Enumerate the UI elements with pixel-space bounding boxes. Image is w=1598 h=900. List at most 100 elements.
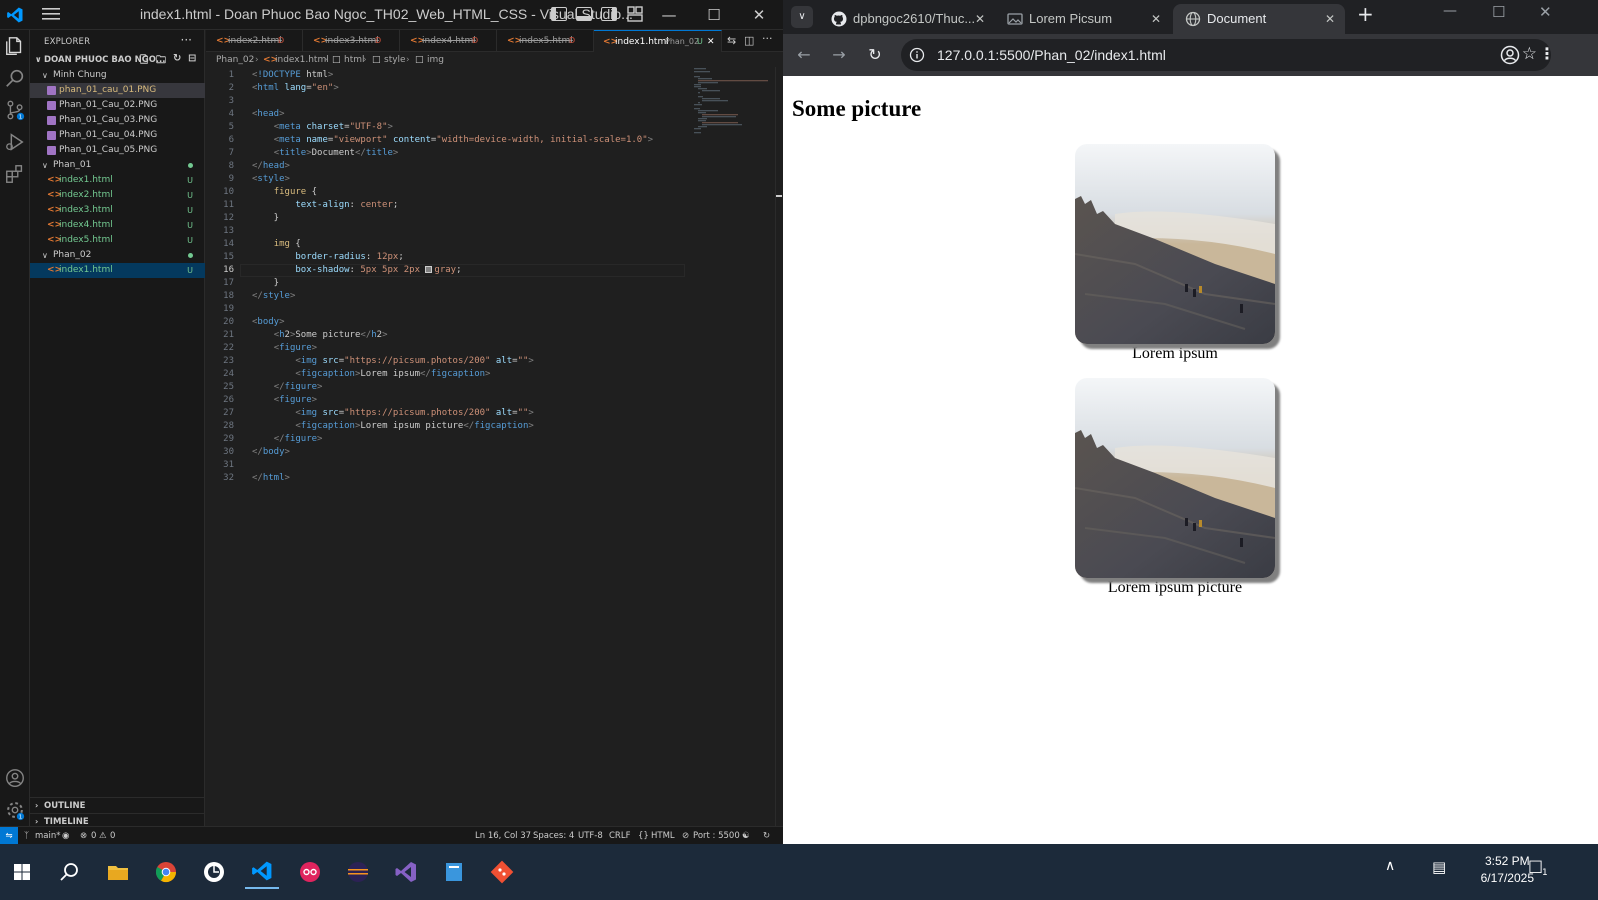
profile-icon[interactable]: [1500, 45, 1520, 65]
source-control-icon[interactable]: 1: [4, 99, 26, 121]
code-line[interactable]: </body>: [252, 446, 290, 459]
sync-eye-icon[interactable]: ◉: [62, 827, 69, 845]
toggle-primary-sidebar-icon[interactable]: [551, 7, 567, 21]
file-row[interactable]: <> index3.html U: [30, 203, 205, 218]
file-explorer-icon[interactable]: [101, 855, 135, 889]
folder-phan-01[interactable]: ∨ Phan_01: [30, 158, 205, 173]
code-line[interactable]: <figcaption>Lorem ipsum</figcaption>: [252, 368, 490, 381]
file-row[interactable]: <> index2.html U: [30, 188, 205, 203]
code-line[interactable]: <title>Document</title>: [252, 147, 399, 160]
vscode-taskbar-icon[interactable]: [245, 855, 279, 889]
file-encoding[interactable]: UTF-8: [578, 827, 603, 845]
site-info-icon[interactable]: [909, 47, 925, 63]
customize-layout-icon[interactable]: [627, 6, 643, 22]
new-tab-icon[interactable]: +: [1357, 2, 1374, 26]
chrome-icon[interactable]: [149, 855, 183, 889]
chrome-menu-icon[interactable]: ⋮: [1539, 44, 1555, 63]
maximize-button[interactable]: ☐: [1492, 3, 1505, 21]
file-row[interactable]: phan_01_cau_01.PNG: [30, 83, 205, 98]
visual-studio-icon[interactable]: [389, 855, 423, 889]
file-row[interactable]: <> index4.html U: [30, 218, 205, 233]
back-arrow-icon[interactable]: ←: [793, 44, 815, 66]
windows-start-icon[interactable]: [5, 855, 39, 889]
app-icon[interactable]: [197, 855, 231, 889]
code-line[interactable]: <figcaption>Lorem ipsum picture</figcapt…: [252, 420, 533, 433]
minimap[interactable]: [690, 67, 770, 137]
indentation[interactable]: Spaces: 4: [533, 827, 574, 845]
address-bar[interactable]: 127.0.0.1:5500/Phan_02/index1.html ☆: [901, 39, 1551, 71]
copilot-icon[interactable]: ☯: [742, 827, 750, 845]
code-line[interactable]: <figure>: [252, 342, 317, 355]
code-line[interactable]: <html lang="en">: [252, 82, 339, 95]
file-row[interactable]: Phan_01_Cau_04.PNG: [30, 128, 205, 143]
breadcrumb-item[interactable]: html: [344, 53, 365, 67]
close-tab-icon[interactable]: ✕: [707, 31, 715, 53]
extensions-icon[interactable]: [4, 163, 26, 185]
refresh-icon[interactable]: ↻: [173, 53, 181, 64]
close-tab-icon[interactable]: ✕: [975, 4, 985, 34]
notifications-bell-icon[interactable]: ↻: [763, 827, 770, 845]
breadcrumb-item[interactable]: Phan_02: [216, 53, 254, 67]
code-line[interactable]: box-shadow: 5px 5px 2px gray;: [252, 264, 461, 277]
minimize-button[interactable]: —: [1443, 3, 1457, 19]
tab-search-chevron-icon[interactable]: ∨: [791, 6, 813, 28]
tab-index3[interactable]: <> index3.html D: [303, 30, 400, 52]
chevron-up-icon[interactable]: ∧: [1385, 858, 1395, 874]
network-icon[interactable]: ▤: [1432, 858, 1446, 876]
run-debug-icon[interactable]: [4, 131, 26, 153]
live-server-port[interactable]: Port : 5500: [693, 827, 740, 845]
action-center-icon[interactable]: □: [1528, 856, 1543, 875]
end-of-line[interactable]: CRLF: [609, 827, 630, 845]
taskbar-clock[interactable]: 3:52 PM 6/17/2025: [1481, 853, 1534, 887]
tab-index5[interactable]: <> index5.html D: [497, 30, 594, 52]
more-actions-icon[interactable]: ···: [762, 32, 773, 45]
code-line[interactable]: <meta name="viewport" content="width=dev…: [252, 134, 653, 147]
browser-tab-github[interactable]: dpbngoc2610/Thuc... ✕: [819, 4, 995, 34]
breadcrumb-item[interactable]: style: [384, 53, 406, 67]
code-line[interactable]: <figure>: [252, 394, 317, 407]
breadcrumb-item[interactable]: img: [427, 53, 444, 67]
search-icon[interactable]: [4, 67, 26, 89]
code-line[interactable]: <head>: [252, 108, 285, 121]
toggle-panel-icon[interactable]: [576, 7, 592, 21]
breadcrumb-item[interactable]: index1.html: [275, 53, 329, 67]
eclipse-icon[interactable]: [341, 855, 375, 889]
branch-name[interactable]: main*: [35, 827, 61, 845]
code-line[interactable]: <meta charset="UTF-8">: [252, 121, 393, 134]
code-line[interactable]: <img src="https://picsum.photos/200" alt…: [252, 355, 533, 368]
code-line[interactable]: </html>: [252, 472, 290, 485]
file-row-active[interactable]: <> index1.html U: [30, 263, 205, 278]
app-icon[interactable]: [437, 855, 471, 889]
settings-gear-icon[interactable]: 1: [4, 799, 26, 821]
code-line[interactable]: </head>: [252, 160, 290, 173]
code-line[interactable]: }: [252, 212, 279, 225]
code-line[interactable]: <body>: [252, 316, 285, 329]
code-line[interactable]: img {: [252, 238, 301, 251]
collapse-all-icon[interactable]: ⊟: [188, 53, 196, 64]
tab-index4[interactable]: <> index4.html D: [400, 30, 497, 52]
warnings-count[interactable]: 0: [110, 827, 115, 845]
close-tab-icon[interactable]: ✕: [1151, 4, 1161, 34]
close-window-button[interactable]: ✕: [744, 3, 774, 27]
close-tab-icon[interactable]: ✕: [1325, 4, 1335, 34]
code-editor[interactable]: 1 <!DOCTYPE html> 2 <html lang="en"> 3 4 <head…: [206, 67, 686, 827]
reload-icon[interactable]: ↻: [864, 44, 886, 66]
remote-indicator-icon[interactable]: ⇋: [0, 827, 18, 844]
folder-phan-02[interactable]: ∨ Phan_02: [30, 248, 205, 263]
split-editor-icon[interactable]: ◫: [744, 34, 754, 47]
code-line[interactable]: </style>: [252, 290, 295, 303]
editor-scrollbar[interactable]: [775, 67, 782, 827]
bookmark-star-icon[interactable]: ☆: [1522, 44, 1537, 64]
code-line[interactable]: <!DOCTYPE html>: [252, 69, 333, 82]
file-row[interactable]: Phan_01_Cau_05.PNG: [30, 143, 205, 158]
code-line[interactable]: <img src="https://picsum.photos/200" alt…: [252, 407, 533, 420]
code-line[interactable]: }: [252, 277, 279, 290]
git-icon[interactable]: [485, 855, 519, 889]
open-changes-icon[interactable]: ⇆: [727, 34, 736, 47]
file-row[interactable]: Phan_01_Cau_02.PNG: [30, 98, 205, 113]
problems-count[interactable]: 0: [91, 827, 96, 845]
code-line[interactable]: <h2>Some picture</h2>: [252, 329, 388, 342]
browser-tab-picsum[interactable]: Lorem Picsum ✕: [995, 4, 1171, 34]
explorer-icon[interactable]: [4, 35, 26, 57]
browser-tab-document-active[interactable]: Document ✕: [1173, 4, 1345, 34]
